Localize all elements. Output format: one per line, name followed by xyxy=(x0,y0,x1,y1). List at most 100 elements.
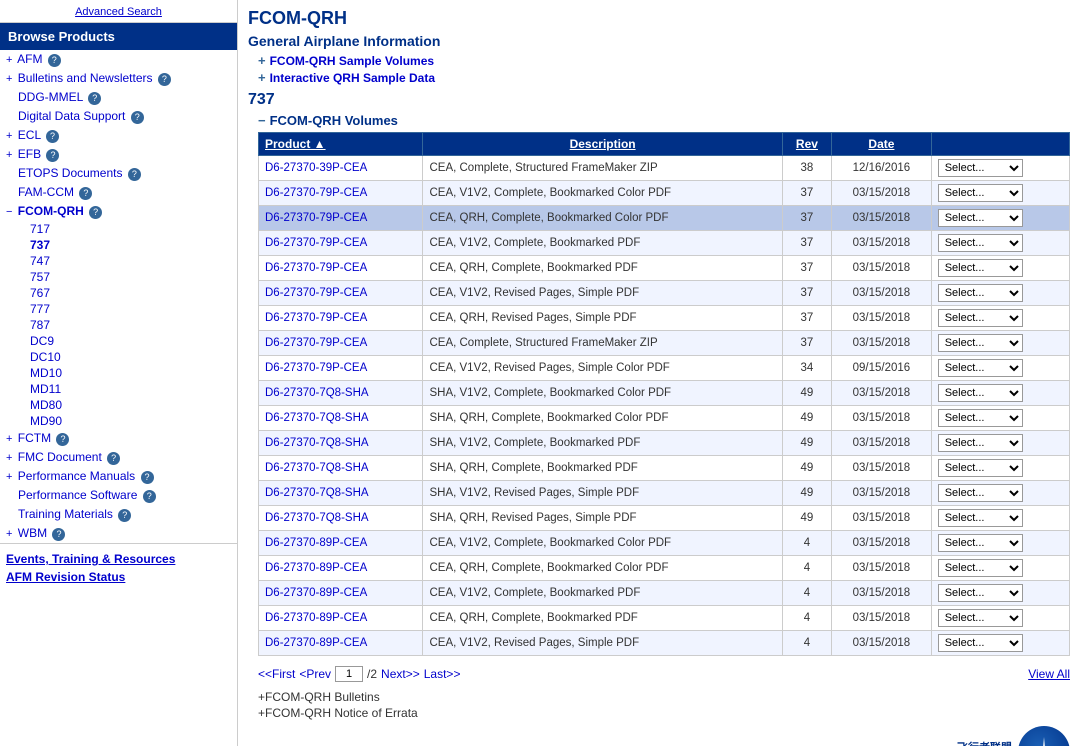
description-sort-link[interactable]: Description xyxy=(570,137,636,151)
aircraft-link-dc10[interactable]: DC10 xyxy=(30,350,61,364)
aircraft-link-747[interactable]: 747 xyxy=(30,254,50,268)
plus-icon-errata[interactable]: + xyxy=(258,706,265,720)
digital-link[interactable]: Digital Data Support xyxy=(18,109,125,123)
plus-icon-1[interactable]: + xyxy=(258,53,266,68)
perf-manuals-link[interactable]: Performance Manuals xyxy=(18,469,135,483)
ecl-help-icon[interactable]: ? xyxy=(46,130,59,143)
product-link[interactable]: D6-27370-79P-CEA xyxy=(265,362,367,374)
product-link[interactable]: D6-27370-79P-CEA xyxy=(265,237,367,249)
col-header-rev[interactable]: Rev xyxy=(782,133,831,156)
select-dropdown[interactable]: Select...DownloadView Online xyxy=(938,609,1023,627)
aircraft-link-md90[interactable]: MD90 xyxy=(30,414,62,428)
aircraft-link-md80[interactable]: MD80 xyxy=(30,398,62,412)
col-header-description[interactable]: Description xyxy=(423,133,782,156)
advanced-search-link[interactable]: Advanced Search xyxy=(0,0,237,23)
fmc-link[interactable]: FMC Document xyxy=(18,450,102,464)
rev-sort-link[interactable]: Rev xyxy=(796,137,818,151)
product-link[interactable]: D6-27370-79P-CEA xyxy=(265,212,367,224)
training-help-icon[interactable]: ? xyxy=(118,509,131,522)
aircraft-link-717[interactable]: 717 xyxy=(30,222,50,236)
product-link[interactable]: D6-27370-89P-CEA xyxy=(265,537,367,549)
product-link[interactable]: D6-27370-89P-CEA xyxy=(265,587,367,599)
select-dropdown[interactable]: Select...DownloadView Online xyxy=(938,159,1023,177)
aircraft-link-dc9[interactable]: DC9 xyxy=(30,334,54,348)
last-page-link[interactable]: Last>> xyxy=(424,667,461,681)
ecl-link[interactable]: ECL xyxy=(18,128,41,142)
col-header-product[interactable]: Product ▲ xyxy=(259,133,423,156)
expand-icon-fcom[interactable]: − xyxy=(6,206,12,218)
select-dropdown[interactable]: Select...DownloadView Online xyxy=(938,634,1023,652)
product-link[interactable]: D6-27370-79P-CEA xyxy=(265,187,367,199)
product-link[interactable]: D6-27370-79P-CEA xyxy=(265,312,367,324)
expand-icon-bulletins[interactable]: + xyxy=(6,73,12,85)
select-dropdown[interactable]: Select...DownloadView Online xyxy=(938,409,1023,427)
perf-manuals-help-icon[interactable]: ? xyxy=(141,471,154,484)
errata-section-link[interactable]: FCOM-QRH Notice of Errata xyxy=(265,706,418,720)
etops-help-icon[interactable]: ? xyxy=(128,168,141,181)
fam-help-icon[interactable]: ? xyxy=(79,187,92,200)
expand-icon[interactable]: + xyxy=(6,54,12,66)
bulletins-help-icon[interactable]: ? xyxy=(158,73,171,86)
aircraft-link-md11[interactable]: MD11 xyxy=(30,382,61,396)
training-link[interactable]: Training Materials xyxy=(18,507,113,521)
aircraft-link-787[interactable]: 787 xyxy=(30,318,50,332)
product-link[interactable]: D6-27370-89P-CEA xyxy=(265,637,367,649)
bulletins-link[interactable]: Bulletins and Newsletters xyxy=(18,71,153,85)
aircraft-link-767[interactable]: 767 xyxy=(30,286,50,300)
product-link[interactable]: D6-27370-89P-CEA xyxy=(265,612,367,624)
first-page-link[interactable]: <<First xyxy=(258,667,295,681)
col-header-date[interactable]: Date xyxy=(832,133,932,156)
product-link[interactable]: D6-27370-79P-CEA xyxy=(265,262,367,274)
ddg-help-icon[interactable]: ? xyxy=(88,92,101,105)
fcom-help-icon[interactable]: ? xyxy=(89,206,102,219)
expand-icon-fmc[interactable]: + xyxy=(6,452,12,464)
collapse-volumes-icon[interactable]: − xyxy=(258,113,266,128)
product-link[interactable]: D6-27370-7Q8-SHA xyxy=(265,437,369,449)
aircraft-link-md10[interactable]: MD10 xyxy=(30,366,62,380)
expand-icon-wbm[interactable]: + xyxy=(6,528,12,540)
select-dropdown[interactable]: Select...DownloadView Online xyxy=(938,509,1023,527)
product-link[interactable]: D6-27370-79P-CEA xyxy=(265,337,367,349)
next-page-link[interactable]: Next>> xyxy=(381,667,420,681)
events-link[interactable]: Events, Training & Resources xyxy=(6,552,231,566)
select-dropdown[interactable]: Select...DownloadView Online xyxy=(938,334,1023,352)
subsection-link-2[interactable]: Interactive QRH Sample Data xyxy=(270,71,435,85)
subsection-link-1[interactable]: FCOM-QRH Sample Volumes xyxy=(270,54,434,68)
perf-software-help-icon[interactable]: ? xyxy=(143,490,156,503)
aircraft-link-737[interactable]: 737 xyxy=(30,238,50,252)
select-dropdown[interactable]: Select...DownloadView Online xyxy=(938,384,1023,402)
product-sort-link[interactable]: Product ▲ xyxy=(265,137,326,151)
select-dropdown[interactable]: Select...DownloadView Online xyxy=(938,459,1023,477)
select-dropdown[interactable]: Select...DownloadView Online xyxy=(938,359,1023,377)
view-all-link[interactable]: View All xyxy=(1028,667,1070,681)
plus-icon-bulletins[interactable]: + xyxy=(258,690,265,704)
ddg-link[interactable]: DDG-MMEL xyxy=(18,90,83,104)
afm-help-icon[interactable]: ? xyxy=(48,54,61,67)
efb-help-icon[interactable]: ? xyxy=(46,149,59,162)
prev-page-link[interactable]: <Prev xyxy=(299,667,331,681)
expand-icon-fctm[interactable]: + xyxy=(6,433,12,445)
select-dropdown[interactable]: Select...DownloadView Online xyxy=(938,259,1023,277)
bulletins-section-link[interactable]: FCOM-QRH Bulletins xyxy=(265,690,380,704)
product-link[interactable]: D6-27370-39P-CEA xyxy=(265,162,367,174)
expand-icon-efb[interactable]: + xyxy=(6,149,12,161)
perf-software-link[interactable]: Performance Software xyxy=(18,488,137,502)
etops-link[interactable]: ETOPS Documents xyxy=(18,166,122,180)
product-link[interactable]: D6-27370-7Q8-SHA xyxy=(265,512,369,524)
product-link[interactable]: D6-27370-79P-CEA xyxy=(265,287,367,299)
select-dropdown[interactable]: Select...DownloadView Online xyxy=(938,434,1023,452)
select-dropdown[interactable]: Select...DownloadView Online xyxy=(938,309,1023,327)
afm-revision-link[interactable]: AFM Revision Status xyxy=(6,570,231,584)
fctm-link[interactable]: FCTM xyxy=(18,431,51,445)
wbm-help-icon[interactable]: ? xyxy=(52,528,65,541)
select-dropdown[interactable]: Select...DownloadView Online xyxy=(938,584,1023,602)
plus-icon-2[interactable]: + xyxy=(258,70,266,85)
fmc-help-icon[interactable]: ? xyxy=(107,452,120,465)
select-dropdown[interactable]: Select...DownloadView Online xyxy=(938,209,1023,227)
wbm-link[interactable]: WBM xyxy=(18,526,47,540)
advanced-search-anchor[interactable]: Advanced Search xyxy=(75,6,162,18)
fcom-link[interactable]: FCOM-QRH xyxy=(18,204,84,218)
select-dropdown[interactable]: Select...DownloadView Online xyxy=(938,484,1023,502)
efb-link[interactable]: EFB xyxy=(18,147,41,161)
fam-link[interactable]: FAM-CCM xyxy=(18,185,74,199)
